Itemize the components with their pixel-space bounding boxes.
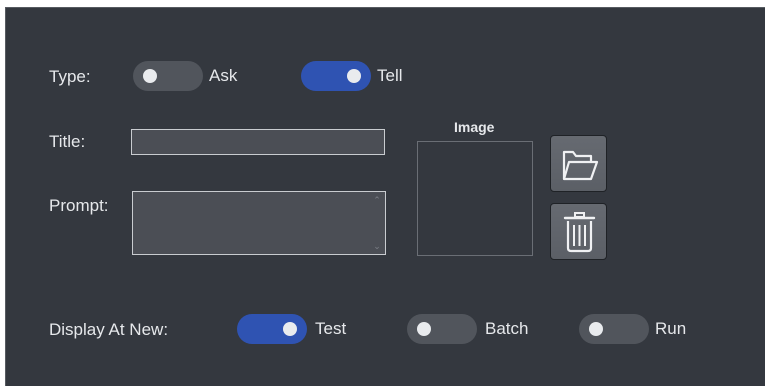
batch-toggle-knob bbox=[417, 322, 431, 336]
item-settings-panel: Type: Ask Tell Title: Prompt: ⌃ ⌄ Image bbox=[5, 7, 765, 386]
run-toggle-knob bbox=[589, 322, 603, 336]
type-label: Type: bbox=[49, 67, 91, 86]
image-preview bbox=[417, 141, 533, 256]
prompt-label: Prompt: bbox=[49, 196, 109, 215]
scroll-down-arrow-icon[interactable]: ⌄ bbox=[369, 240, 385, 252]
scroll-up-arrow-icon[interactable]: ⌃ bbox=[369, 194, 385, 206]
open-image-button[interactable] bbox=[550, 135, 607, 192]
prompt-scrollbar[interactable]: ⌃ ⌄ bbox=[369, 192, 385, 254]
title-input[interactable] bbox=[131, 129, 385, 155]
tell-toggle[interactable] bbox=[301, 61, 371, 91]
run-toggle-label: Run bbox=[655, 319, 687, 338]
ask-toggle-knob bbox=[143, 69, 157, 83]
batch-toggle[interactable] bbox=[407, 314, 477, 344]
batch-toggle-label: Batch bbox=[485, 319, 529, 338]
test-toggle-knob bbox=[283, 322, 297, 336]
trash-icon bbox=[563, 212, 596, 253]
test-toggle[interactable] bbox=[237, 314, 307, 344]
ask-toggle[interactable] bbox=[133, 61, 203, 91]
prompt-textarea[interactable]: ⌃ ⌄ bbox=[132, 191, 386, 255]
title-label: Title: bbox=[49, 132, 86, 151]
display-at-new-label: Display At New: bbox=[49, 320, 169, 339]
tell-toggle-knob bbox=[347, 69, 361, 83]
ask-toggle-label: Ask bbox=[209, 66, 238, 85]
tell-toggle-label: Tell bbox=[377, 66, 403, 85]
run-toggle[interactable] bbox=[579, 314, 649, 344]
delete-image-button[interactable] bbox=[550, 203, 607, 260]
test-toggle-label: Test bbox=[315, 319, 347, 338]
image-label: Image bbox=[454, 119, 495, 135]
folder-open-icon bbox=[562, 150, 599, 181]
